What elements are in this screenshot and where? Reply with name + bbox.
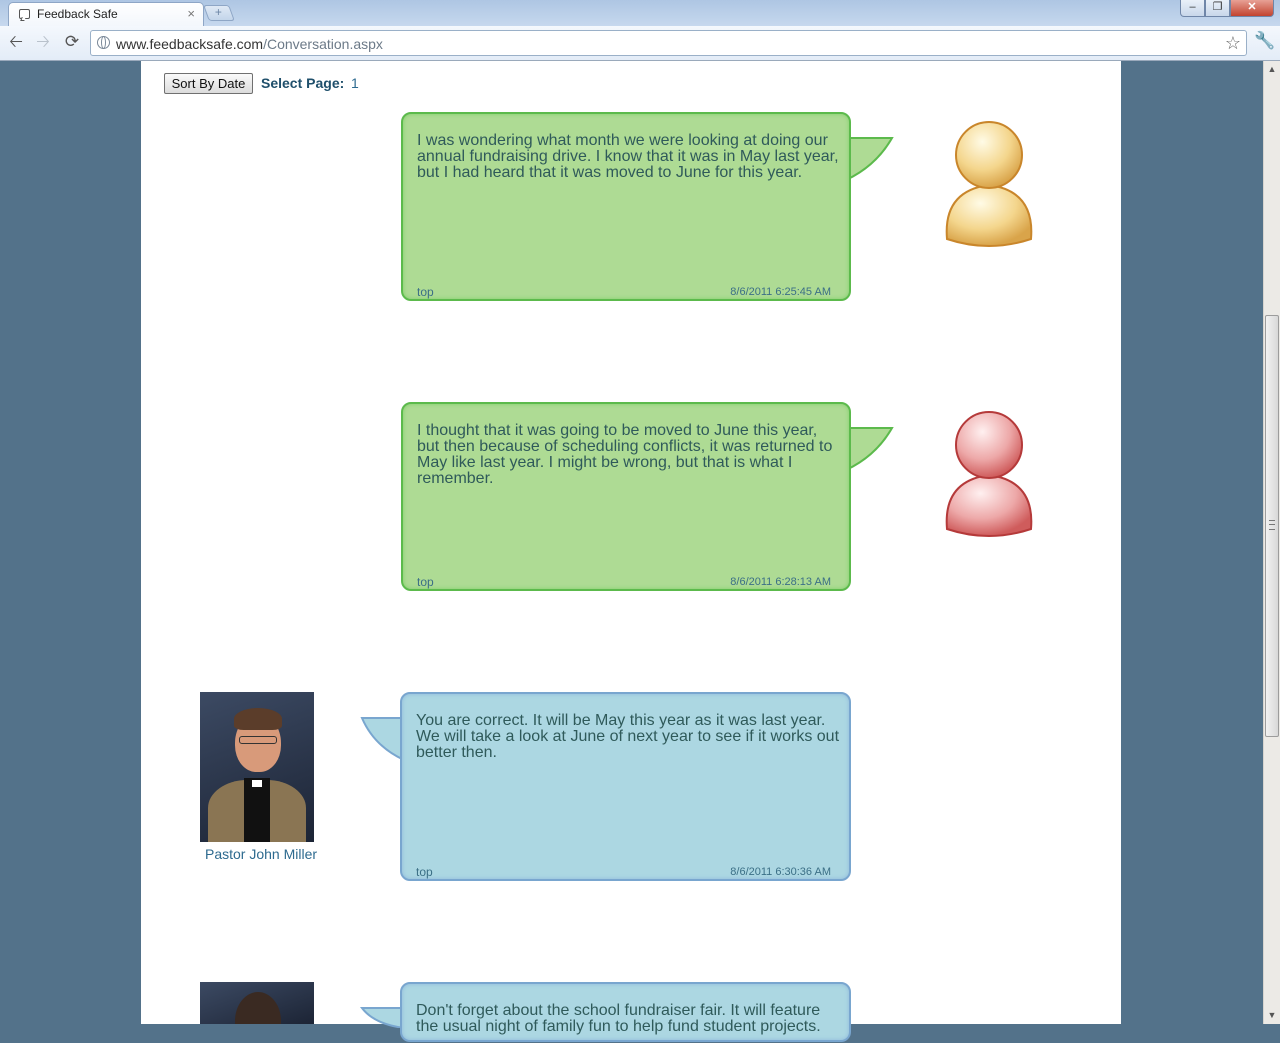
scrollbar-thumb[interactable]	[1265, 315, 1279, 737]
author-photo	[200, 982, 314, 1024]
tab-close-icon[interactable]: ×	[187, 6, 195, 21]
bubble-tail	[360, 717, 404, 762]
tab-feedback-safe[interactable]: Feedback Safe ×	[8, 2, 204, 26]
message-timestamp: 8/6/2011 6:28:13 AM	[730, 576, 831, 588]
new-tab-button[interactable]: +	[203, 5, 235, 21]
url-host: www.feedbacksafe.com	[116, 36, 264, 52]
page-link-1[interactable]: 1	[351, 75, 359, 91]
plus-icon: +	[215, 5, 223, 19]
top-link[interactable]: top	[417, 285, 434, 299]
message-timestamp: 8/6/2011 6:25:45 AM	[730, 286, 831, 298]
favicon-icon	[19, 9, 30, 19]
user-icon	[945, 121, 1033, 247]
tab-strip: Feedback Safe × + – ❐ ✕	[0, 0, 1280, 26]
message-bubble: You are correct. It will be May this yea…	[400, 692, 851, 881]
bubble-tail	[846, 427, 894, 472]
conversation-page: Sort By Date Select Page: 1 I was wonder…	[141, 61, 1121, 1042]
message-bubble: I thought that it was going to be moved …	[401, 402, 851, 591]
bubble-tail	[360, 1007, 404, 1028]
window-controls: – ❐ ✕	[1180, 0, 1274, 18]
bubble-tail	[846, 137, 894, 182]
globe-icon	[97, 36, 110, 49]
address-bar[interactable]: www.feedbacksafe.com/Conversation.aspx ☆	[90, 30, 1247, 56]
message-text: I was wondering what month we were looki…	[417, 133, 839, 181]
tab-title: Feedback Safe	[37, 7, 118, 21]
message-bubble: Don't forget about the school fundraiser…	[400, 982, 851, 1042]
select-page-label: Select Page:	[261, 75, 345, 91]
bookmark-star-icon[interactable]: ☆	[1225, 33, 1241, 54]
message-text: I thought that it was going to be moved …	[417, 423, 833, 487]
browser-chrome: Feedback Safe × + – ❐ ✕ 🡠 🡢 ⟳ www.feedba…	[0, 0, 1280, 61]
minimize-button[interactable]: –	[1180, 0, 1205, 17]
author-name[interactable]: Pastor John Miller	[205, 846, 317, 862]
top-link[interactable]: top	[416, 865, 433, 879]
url-path: /Conversation.aspx	[263, 36, 383, 52]
message-text: Don't forget about the school fundraiser…	[416, 1003, 821, 1035]
close-window-button[interactable]: ✕	[1230, 0, 1274, 17]
message-timestamp: 8/6/2011 6:30:36 AM	[730, 866, 831, 878]
scroll-up-arrow-icon[interactable]: ▲	[1264, 61, 1280, 78]
vertical-scrollbar[interactable]: ▲ ▼	[1263, 61, 1280, 1024]
message-bubble: I was wondering what month we were looki…	[401, 112, 851, 301]
forward-arrow-icon[interactable]: 🡢	[32, 31, 54, 53]
sort-by-date-button[interactable]: Sort By Date	[164, 73, 253, 94]
back-arrow-icon[interactable]: 🡠	[5, 31, 27, 53]
pastor-photo	[200, 692, 314, 842]
navigation-toolbar: 🡠 🡢 ⟳ www.feedbacksafe.com/Conversation.…	[0, 26, 1280, 61]
reload-icon[interactable]: ⟳	[61, 31, 83, 53]
top-link[interactable]: top	[417, 575, 434, 589]
user-icon	[945, 411, 1033, 537]
wrench-icon[interactable]: 🔧	[1254, 31, 1275, 51]
message-text: You are correct. It will be May this yea…	[416, 713, 840, 761]
url-text[interactable]: www.feedbacksafe.com/Conversation.aspx	[116, 36, 383, 52]
restore-button[interactable]: ❐	[1205, 0, 1230, 17]
scroll-down-arrow-icon[interactable]: ▼	[1264, 1007, 1280, 1024]
